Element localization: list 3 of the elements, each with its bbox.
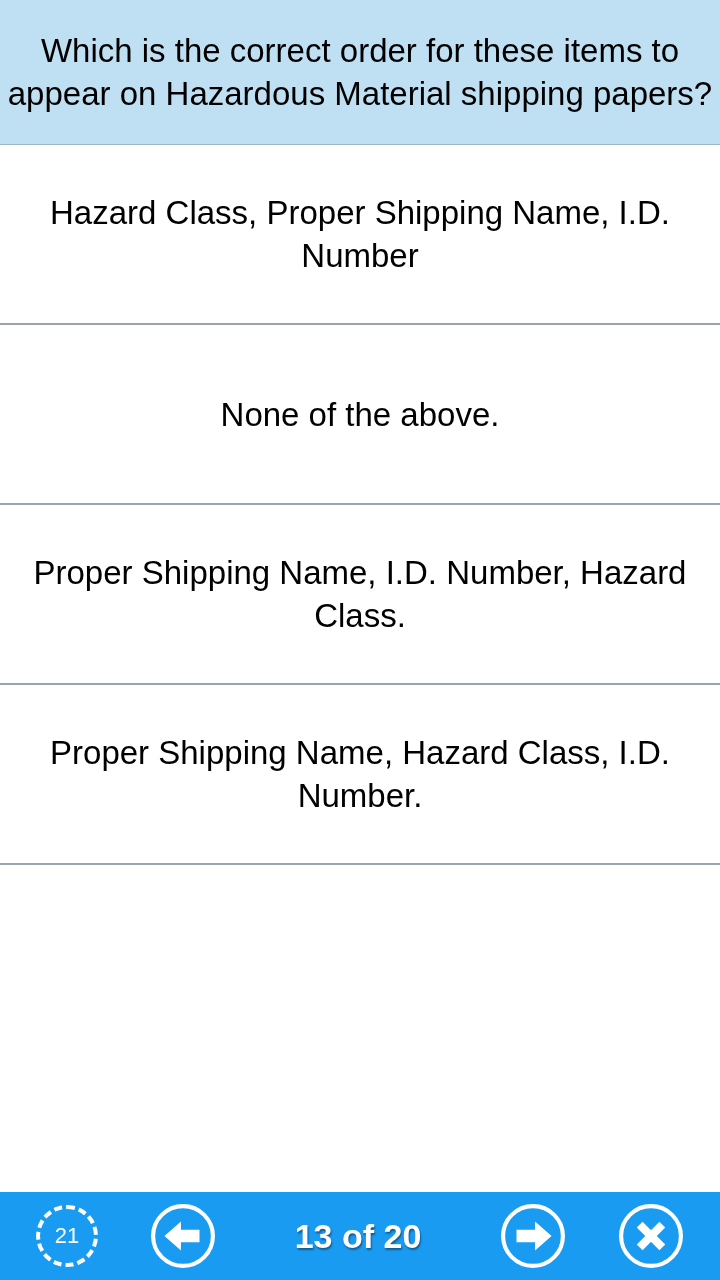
question-text: Which is the correct order for these items to appear on Hazardous Material shipping papers? xyxy=(6,31,714,114)
close-icon[interactable] xyxy=(618,1203,684,1269)
question-counter: 13 of 20 xyxy=(293,1216,423,1256)
